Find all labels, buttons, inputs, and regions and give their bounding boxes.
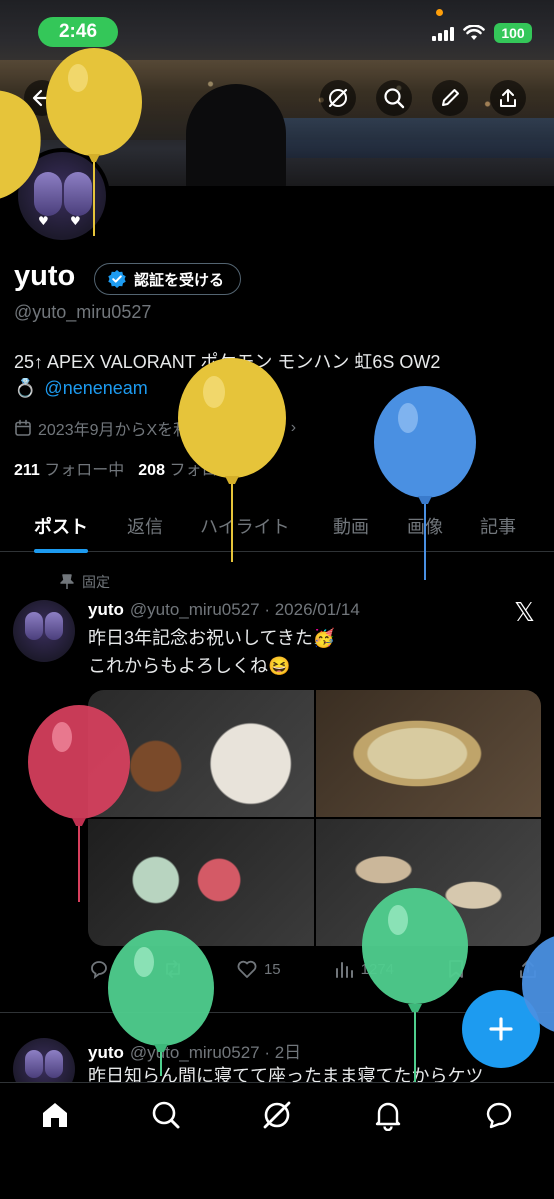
- banner-person-silhouette: [186, 84, 286, 186]
- yellow-balloon-decoration: [178, 358, 286, 562]
- post-text-line2: これからもよろしくね😆: [88, 656, 291, 676]
- post-meta: @yuto_miru0527 · 2026/01/14: [129, 600, 360, 619]
- profile-name: yuto: [14, 260, 76, 292]
- get-verified-label: 認証を受ける: [134, 270, 225, 289]
- share-icon: [500, 89, 516, 107]
- edit-profile-button[interactable]: [432, 80, 468, 116]
- tab-posts[interactable]: ポスト: [34, 500, 88, 553]
- banner-river: [260, 118, 554, 158]
- verified-badge-icon: [108, 270, 126, 288]
- nav-messages[interactable]: [477, 1099, 521, 1143]
- profile-bio-line2: 💍 @neneneam: [14, 378, 148, 399]
- tab-articles[interactable]: 記事: [480, 500, 516, 552]
- following-link[interactable]: 211 フォロー中: [14, 456, 124, 480]
- share-button[interactable]: [490, 80, 526, 116]
- bio-mention-link[interactable]: @neneneam: [44, 378, 147, 399]
- avatar-balloon-6: [25, 1050, 43, 1078]
- ring-emoji: 💍: [14, 378, 37, 398]
- post-media-grid: [88, 690, 541, 946]
- pinned-indicator: 固定: [60, 572, 110, 592]
- avatar-balloon-6: [45, 612, 63, 640]
- battery-indicator: 100: [494, 23, 532, 43]
- post-header[interactable]: yuto @yuto_miru0527 · 2026/01/14: [88, 600, 360, 620]
- blue-balloon-decoration: [522, 936, 554, 1032]
- nav-home[interactable]: [33, 1099, 77, 1143]
- views-icon: [335, 962, 353, 978]
- nav-search[interactable]: [144, 1099, 188, 1143]
- search-icon: [384, 88, 405, 109]
- like-count: 15: [263, 960, 281, 978]
- avatar-balloon-6: [25, 612, 43, 640]
- grok-button[interactable]: [320, 80, 356, 116]
- status-time: 2:46: [38, 17, 118, 47]
- following-count: 211: [14, 462, 40, 479]
- compose-plus-icon: [489, 1017, 513, 1041]
- messages-icon: [486, 1102, 511, 1129]
- following-label: フォロー中: [44, 462, 125, 479]
- bottom-navigation: [0, 1082, 554, 1199]
- search-icon: [152, 1101, 180, 1129]
- heart-icon: [237, 960, 257, 978]
- search-button[interactable]: [376, 80, 412, 116]
- post-text-line1: 昨日3年記念お祝いしてきた🥳: [88, 628, 336, 648]
- pinned-label: 固定: [82, 574, 110, 590]
- notifications-icon: [375, 1102, 400, 1131]
- cellular-signal-icon: [432, 25, 454, 41]
- calendar-icon: [15, 419, 31, 436]
- status-indicators: 100: [432, 22, 532, 44]
- red-balloon-decoration: [28, 705, 130, 902]
- home-icon: [43, 1103, 68, 1127]
- get-verified-button[interactable]: 認証を受ける: [94, 263, 242, 295]
- media-photo-cake[interactable]: [316, 690, 541, 817]
- edit-icon: [442, 89, 459, 106]
- yellow-balloon-decoration: [46, 48, 142, 236]
- avatar-balloon-6: [45, 1050, 63, 1078]
- followers-count: 208: [138, 462, 165, 479]
- grok-icon: [263, 1101, 291, 1129]
- pin-icon: [60, 574, 74, 589]
- tab-replies[interactable]: 返信: [127, 500, 163, 552]
- x-logo-icon: 𝕏: [514, 598, 535, 628]
- like-button[interactable]: 15: [236, 958, 281, 980]
- blue-balloon-decoration: [374, 386, 476, 580]
- post-author-name: yuto: [88, 600, 124, 619]
- tab-videos[interactable]: 動画: [333, 500, 369, 552]
- post-avatar[interactable]: [13, 600, 75, 662]
- green-balloon-decoration: [108, 930, 214, 1076]
- chevron-right-icon: ›: [290, 419, 297, 436]
- privacy-indicator-dot: [436, 9, 443, 16]
- nav-grok[interactable]: [255, 1099, 299, 1143]
- wifi-icon: [463, 25, 485, 40]
- profile-handle: @yuto_miru0527: [14, 302, 152, 322]
- nav-notifications[interactable]: [366, 1099, 410, 1143]
- green-balloon-decoration: [362, 888, 468, 1082]
- yellow-balloon-decoration: [0, 90, 41, 199]
- grok-icon: [328, 88, 348, 108]
